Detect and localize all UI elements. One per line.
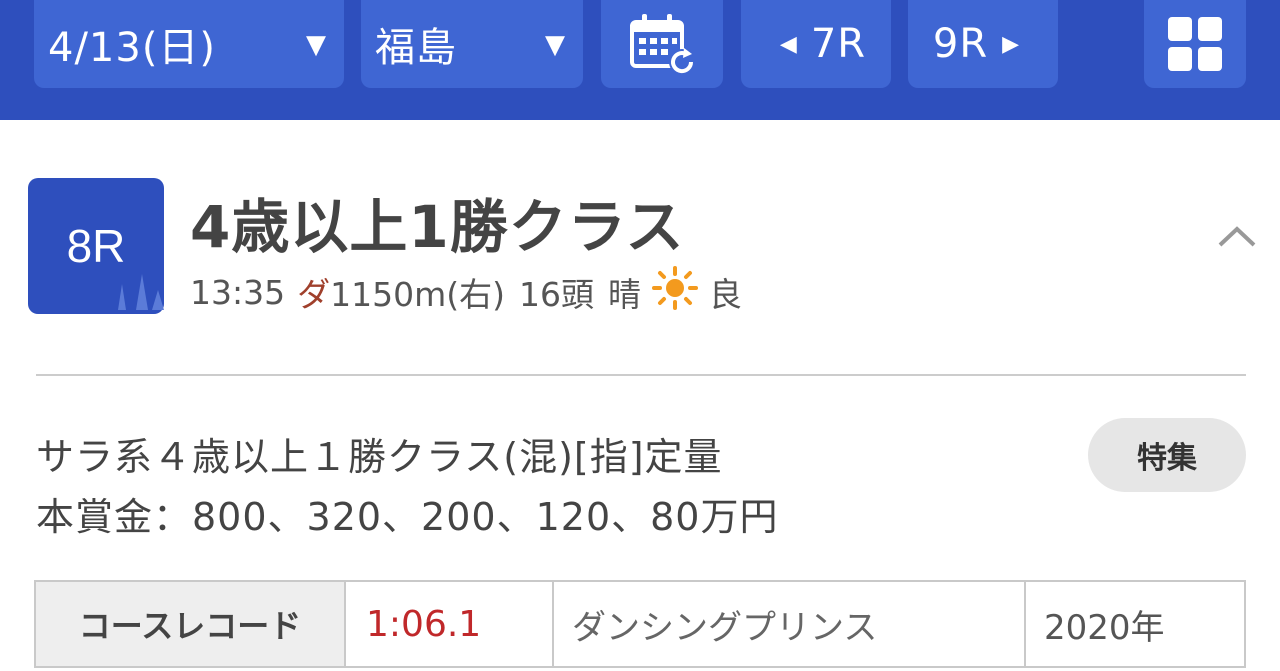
venue-select-label: 福島: [375, 25, 457, 71]
divider: [36, 374, 1246, 376]
course-record-year: 2020年: [1044, 607, 1165, 648]
feature-button[interactable]: 特集: [1088, 418, 1246, 492]
chevron-down-icon: ▼: [545, 30, 565, 60]
prize-money: 本賞金：800、320、200、120、80万円: [36, 495, 779, 539]
course-record-label: コースレコード: [36, 582, 346, 666]
top-nav-bar: 4/13(日) ▼ 福島 ▼ ◀ 7R 9R ▶: [0, 0, 1280, 120]
prev-race-button[interactable]: ◀ 7R: [741, 0, 891, 88]
race-time: 13:35: [190, 272, 286, 312]
next-race-label: 9R: [932, 21, 989, 67]
course-record-time: 1:06.1: [346, 582, 554, 666]
race-conditions: サラ系４歳以上１勝クラス(混)[指]定量: [36, 435, 723, 479]
race-surface: ダ: [297, 275, 331, 314]
grid-icon: [1168, 17, 1222, 71]
race-meta: 13:35 ダ 1150m(右) 16頭 晴 良: [190, 266, 742, 318]
caret-right-icon: ▶: [1002, 31, 1020, 57]
collapse-button[interactable]: [1214, 216, 1260, 256]
course-record-table: コースレコード 1:06.1 ダンシングプリンス 2020年: [34, 580, 1246, 668]
next-race-button[interactable]: 9R ▶: [908, 0, 1058, 88]
sun-icon: [651, 266, 699, 318]
chevron-down-icon: ▼: [306, 30, 326, 60]
chevron-up-icon: [1218, 226, 1256, 247]
turf-silhouette-icon: [118, 274, 164, 310]
date-select-label: 4/13(日): [48, 25, 217, 71]
race-weather: 晴: [608, 275, 641, 314]
calendar-button[interactable]: [601, 0, 723, 88]
prev-race-label: 7R: [810, 21, 867, 67]
calendar-refresh-icon: [630, 14, 695, 75]
track-condition: 良: [709, 275, 742, 314]
race-number-badge: 8R: [28, 178, 164, 314]
venue-select[interactable]: 福島 ▼: [361, 0, 583, 88]
race-title: 4歳以上1勝クラス: [190, 193, 685, 261]
race-runners: 16頭: [519, 275, 594, 314]
date-select[interactable]: 4/13(日) ▼: [34, 0, 344, 88]
race-number: 8R: [66, 220, 126, 272]
race-distance: 1150m(右): [330, 275, 505, 314]
grid-menu-button[interactable]: [1144, 0, 1246, 88]
course-record-horse[interactable]: ダンシングプリンス: [554, 582, 1026, 666]
caret-left-icon: ◀: [779, 31, 797, 57]
